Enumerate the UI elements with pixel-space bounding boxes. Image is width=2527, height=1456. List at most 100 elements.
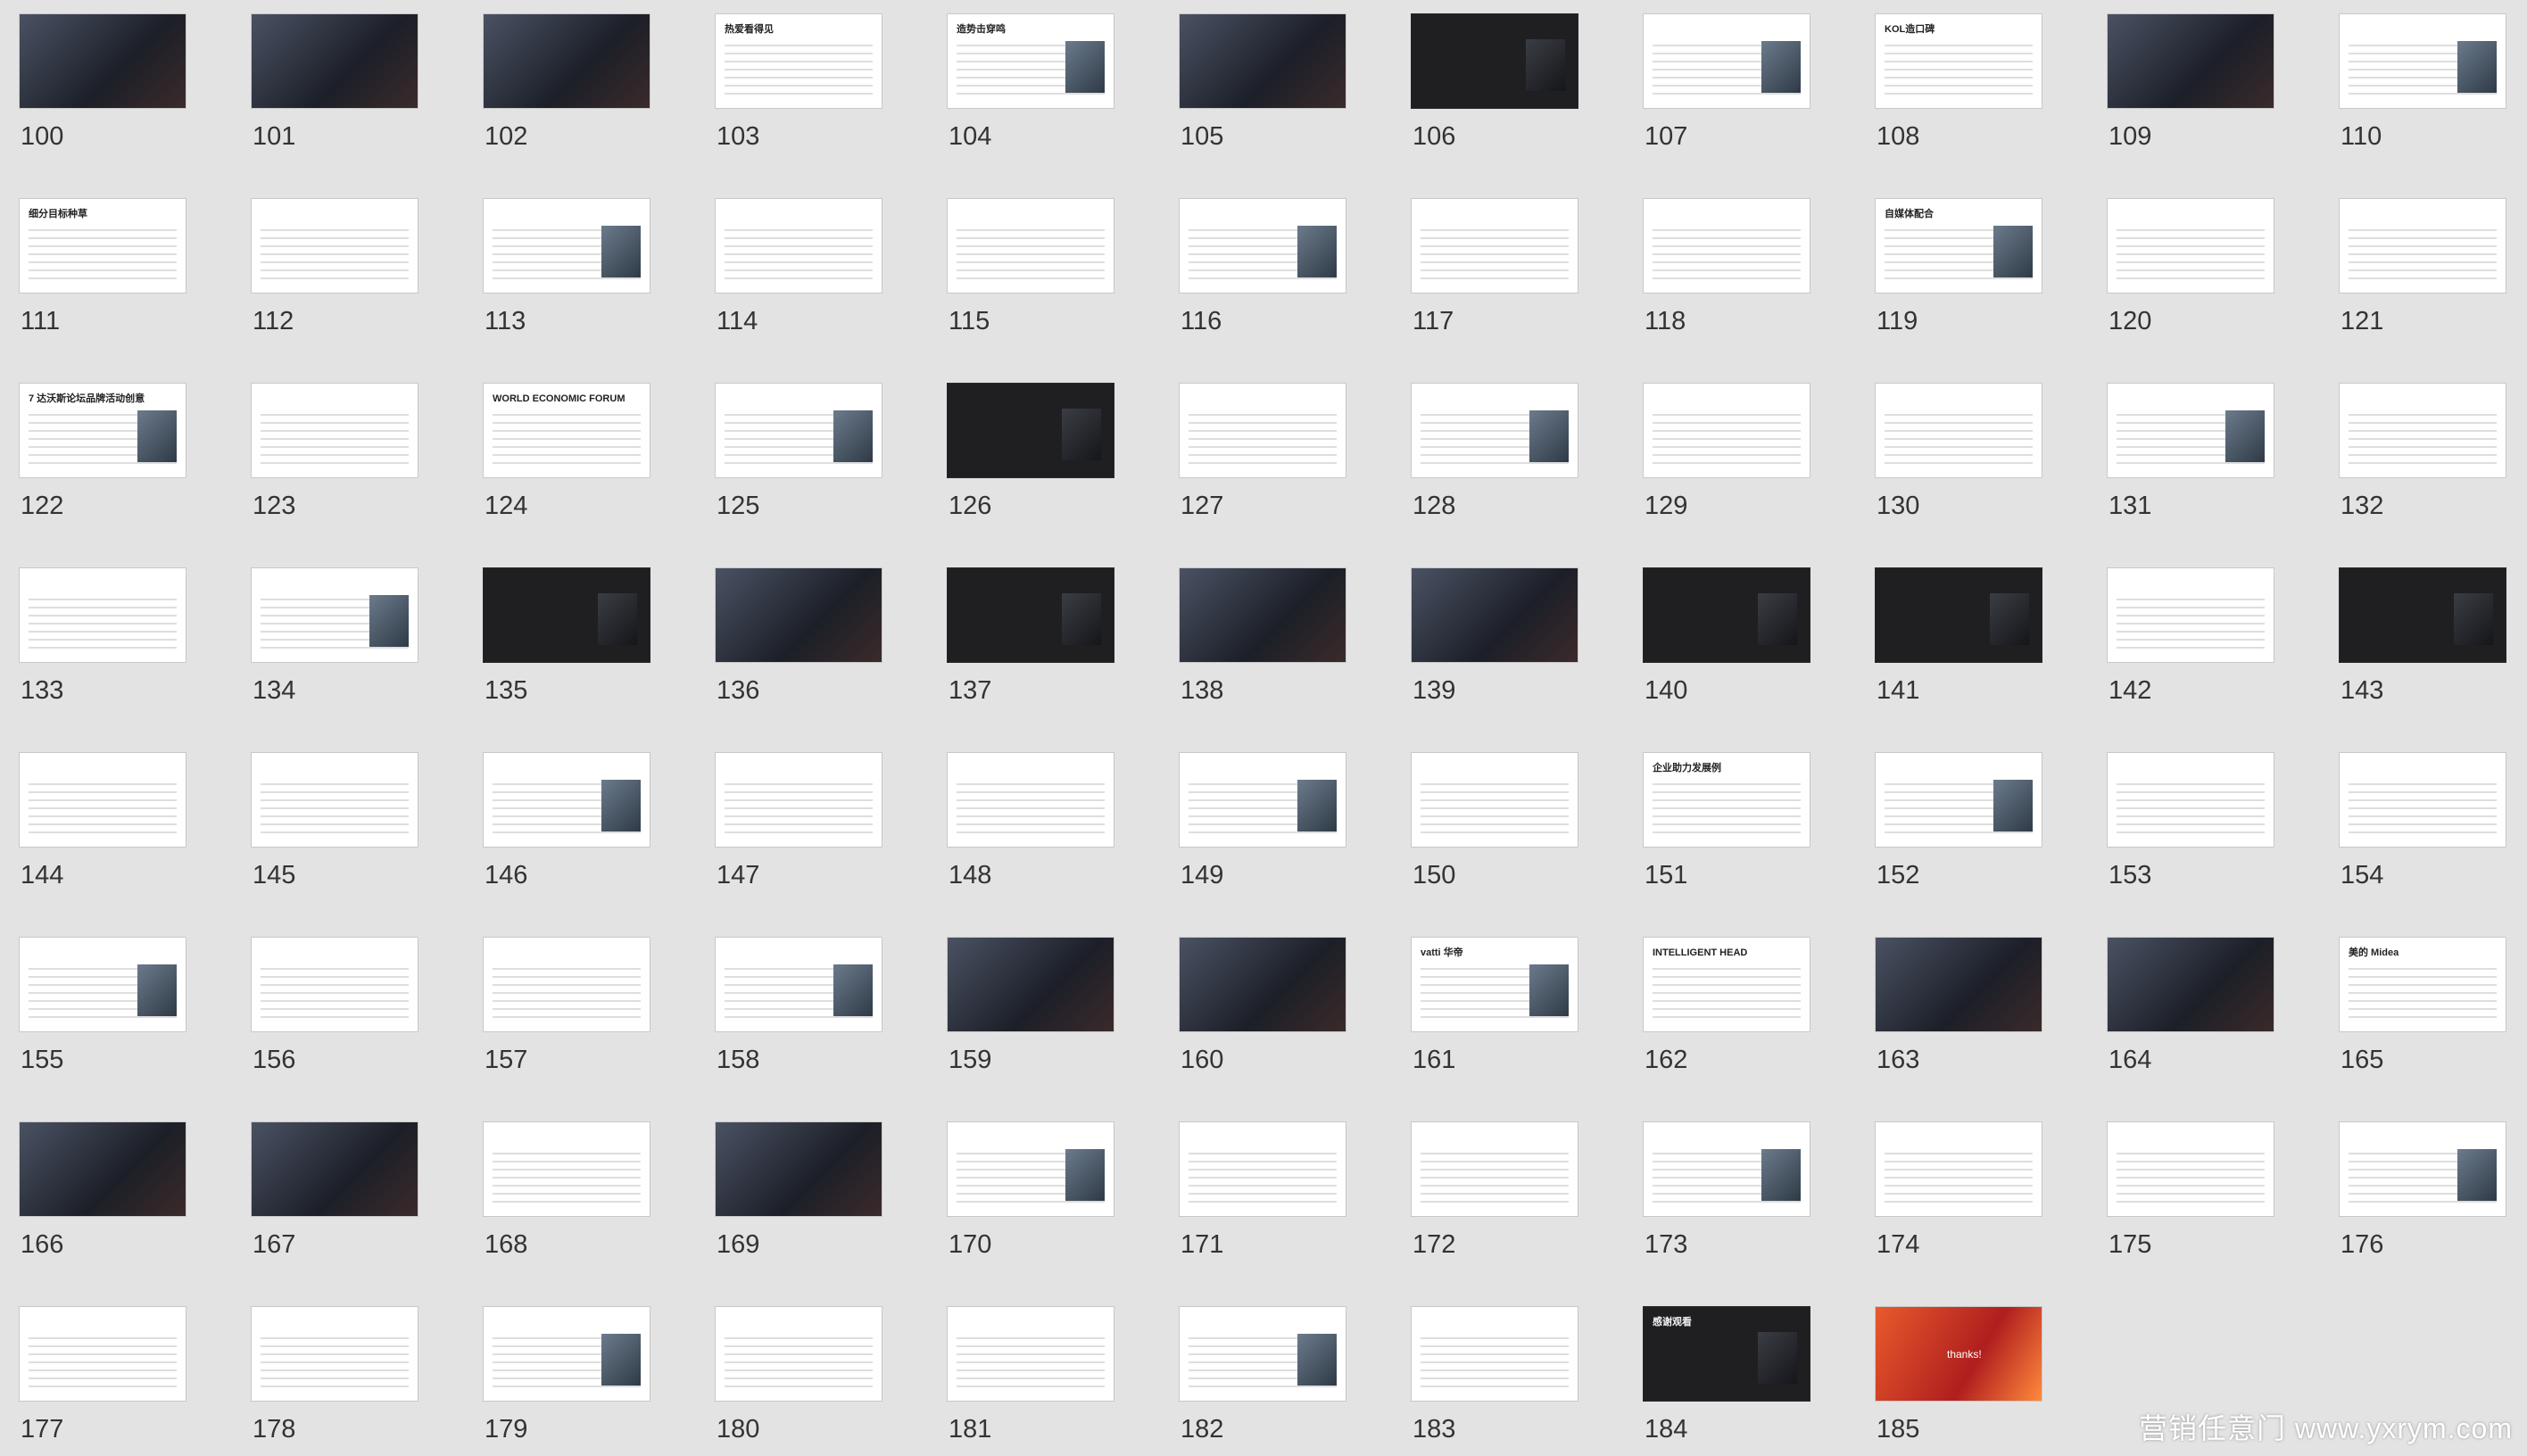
slide-number-label: 172 (1413, 1230, 1456, 1259)
slide-thumbnail[interactable] (1643, 13, 1810, 109)
slide-thumbnail[interactable] (1643, 1121, 1810, 1217)
slide-thumbnail[interactable] (2339, 1121, 2506, 1217)
slide-thumbnail[interactable] (1411, 752, 1578, 848)
slide-thumbnail[interactable] (251, 937, 418, 1032)
slide-thumbnail[interactable] (251, 1306, 418, 1402)
slide-thumbnail[interactable] (2107, 567, 2274, 663)
slide-thumbnail[interactable]: 自媒体配合 (1875, 198, 2042, 294)
slide-thumbnail[interactable] (1179, 937, 1346, 1032)
slide-thumbnail[interactable] (1411, 1306, 1578, 1402)
slide-thumbnail[interactable] (483, 567, 650, 663)
slide-thumbnail[interactable] (2107, 13, 2274, 109)
slide-thumbnail[interactable] (251, 13, 418, 109)
slide-thumbnail[interactable] (1875, 1121, 2042, 1217)
slide-thumbnail[interactable] (1411, 1121, 1578, 1217)
slide-thumbnail[interactable] (251, 198, 418, 294)
slide-thumbnail[interactable] (483, 198, 650, 294)
slide-thumbnail[interactable] (947, 937, 1114, 1032)
slide-thumbnail[interactable] (483, 1306, 650, 1402)
slide-thumbnail[interactable] (715, 937, 882, 1032)
slide-thumbnail[interactable] (715, 1306, 882, 1402)
slide-thumbnail[interactable] (2107, 752, 2274, 848)
slide-thumbnail[interactable] (251, 752, 418, 848)
slide-thumbnail[interactable]: INTELLIGENT HEAD (1643, 937, 1810, 1032)
slide-thumbnail[interactable] (715, 567, 882, 663)
slide-number-label: 127 (1181, 492, 1224, 520)
slide-thumbnail[interactable]: KOL造口碑 (1875, 13, 2042, 109)
slide-thumbnail[interactable] (1179, 567, 1346, 663)
slide-thumbnail[interactable] (19, 567, 186, 663)
slide-thumbnail[interactable] (2339, 198, 2506, 294)
slide-thumbnail[interactable] (1411, 567, 1578, 663)
slide-thumbnail[interactable] (715, 1121, 882, 1217)
slide-thumbnail[interactable] (2107, 1121, 2274, 1217)
slide-thumbnail[interactable] (251, 383, 418, 478)
slide-thumbnail[interactable]: 企业助力发展例 (1643, 752, 1810, 848)
slide-thumbnail[interactable] (1411, 383, 1578, 478)
slide-thumbnail[interactable] (19, 13, 186, 109)
slide-image (1062, 409, 1101, 460)
slide-text-lines (2349, 414, 2497, 468)
slide-thumbnail[interactable] (1179, 13, 1346, 109)
slide-thumbnail[interactable]: 造势击穿鸣 (947, 13, 1114, 109)
slide-thumbnail[interactable] (2339, 383, 2506, 478)
slide-thumbnail[interactable]: 美的 Midea (2339, 937, 2506, 1032)
slide-thumbnail[interactable] (251, 1121, 418, 1217)
slide-thumbnail[interactable]: WORLD ECONOMIC FORUM (483, 383, 650, 478)
slide-thumbnail[interactable] (2339, 13, 2506, 109)
slide-thumbnail[interactable] (1875, 752, 2042, 848)
slide-image (1065, 1149, 1105, 1201)
slide-thumbnail[interactable] (1179, 198, 1346, 294)
slide-thumbnail[interactable] (947, 752, 1114, 848)
slide-thumbnail[interactable] (715, 198, 882, 294)
slide-thumbnail[interactable] (251, 567, 418, 663)
slide-thumbnail[interactable] (1643, 567, 1810, 663)
slide-number-label: 123 (253, 492, 296, 520)
slide-thumbnail[interactable] (1179, 1121, 1346, 1217)
slide-thumbnail[interactable] (2339, 752, 2506, 848)
slide-thumbnail[interactable] (19, 937, 186, 1032)
slide-thumbnail[interactable] (483, 752, 650, 848)
slide-thumbnail[interactable] (1179, 383, 1346, 478)
slide-thumbnail[interactable] (947, 1306, 1114, 1402)
slide-thumbnail[interactable]: 热爱看得见 (715, 13, 882, 109)
slide-thumbnail[interactable] (19, 1121, 186, 1217)
slide-number-label: 140 (1645, 676, 1688, 705)
slide-thumbnail[interactable] (1875, 567, 2042, 663)
slide-thumbnail[interactable] (1875, 937, 2042, 1032)
slide-thumbnail[interactable]: thanks! (1875, 1306, 2042, 1402)
slide-thumbnail[interactable] (2339, 567, 2506, 663)
slide-thumbnail[interactable] (19, 1306, 186, 1402)
slide-thumbnail[interactable] (1643, 198, 1810, 294)
slide-thumbnail[interactable] (2107, 198, 2274, 294)
slide-thumbnail[interactable] (1643, 383, 1810, 478)
slide-thumbnail[interactable]: 感谢观看 (1643, 1306, 1810, 1402)
slide-thumbnail[interactable]: 细分目标种草 (19, 198, 186, 294)
slide-thumbnail[interactable] (1179, 752, 1346, 848)
slide-thumbnail[interactable] (19, 752, 186, 848)
slide-thumbnail[interactable] (947, 1121, 1114, 1217)
slide-thumbnail[interactable] (483, 1121, 650, 1217)
slide-text-lines (1653, 968, 1801, 1022)
slide-thumbnail[interactable] (2107, 383, 2274, 478)
slide-thumbnail[interactable] (483, 13, 650, 109)
slide-thumbnail[interactable] (947, 198, 1114, 294)
slide-title: 美的 Midea (2349, 947, 2399, 958)
slide-thumbnail[interactable] (715, 752, 882, 848)
slide-thumbnail[interactable] (2107, 937, 2274, 1032)
slide-image (1297, 1334, 1337, 1386)
slide-number-label: 147 (717, 861, 760, 889)
slide-text-lines (261, 1337, 409, 1392)
slide-thumbnail[interactable] (947, 567, 1114, 663)
slide-number-label: 149 (1181, 861, 1224, 889)
slide-thumbnail[interactable] (483, 937, 650, 1032)
slide-image (2108, 14, 2274, 108)
slide-thumbnail[interactable] (1411, 198, 1578, 294)
slide-thumbnail[interactable] (947, 383, 1114, 478)
slide-thumbnail[interactable]: vatti 华帝 (1411, 937, 1578, 1032)
slide-thumbnail[interactable] (1179, 1306, 1346, 1402)
slide-thumbnail[interactable]: 7 达沃斯论坛品牌活动创意 (19, 383, 186, 478)
slide-thumbnail[interactable] (715, 383, 882, 478)
slide-thumbnail[interactable] (1875, 383, 2042, 478)
slide-thumbnail[interactable] (1411, 13, 1578, 109)
